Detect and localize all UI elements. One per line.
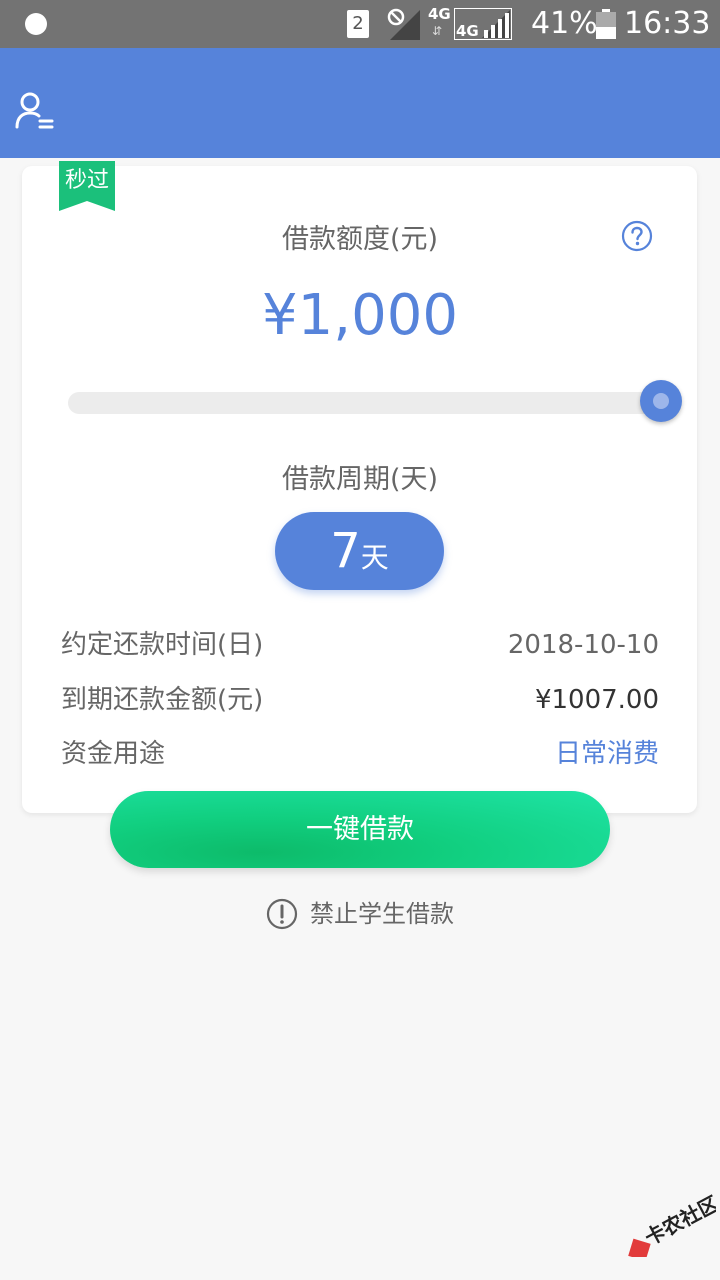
no-signal-icon (387, 8, 420, 40)
watermark-text: 卡农社区 (641, 1191, 716, 1250)
network-type-label: 4G (428, 5, 451, 23)
period-unit: 天 (360, 541, 389, 574)
exclamation-circle-icon (266, 898, 298, 930)
app-bar (0, 48, 720, 158)
amount-value: ¥1,000 (262, 283, 458, 348)
clock: 16:33 (624, 6, 711, 41)
period-value: 7 (330, 523, 361, 579)
watermark-logo: 卡农社区 (628, 1191, 716, 1257)
one-click-loan-button[interactable]: 一键借款 (110, 791, 610, 868)
amount-slider-thumb[interactable] (640, 380, 682, 422)
status-bar: 2 4G ⇵ 4G 41% 16:33 (0, 0, 720, 48)
period-label: 借款周期(天) (281, 464, 439, 495)
repay-amount-value: ¥1007.00 (534, 685, 659, 715)
data-arrows-icon: ⇵ (432, 24, 443, 38)
period-selector-button[interactable]: 7天 (275, 512, 444, 590)
fund-purpose-label: 资金用途 (61, 739, 166, 769)
notification-dot-icon (25, 13, 47, 35)
battery-percent: 41% (531, 6, 598, 41)
battery-icon (596, 9, 616, 39)
signal-bars-icon: 4G (454, 8, 512, 40)
student-loan-notice: 禁止学生借款 (266, 897, 454, 931)
slider-thumb-center (653, 393, 669, 409)
user-menu-icon[interactable] (14, 91, 54, 131)
notice-text: 禁止学生借款 (310, 900, 454, 928)
sim-slot-icon: 2 (347, 10, 369, 38)
amount-label: 借款额度(元) (281, 224, 439, 255)
repay-date-value: 2018-10-10 (507, 630, 659, 660)
question-circle-icon[interactable] (621, 220, 653, 252)
amount-slider-track[interactable] (68, 392, 662, 414)
network-type-label-2: 4G (456, 22, 479, 40)
repay-amount-label: 到期还款金额(元) (61, 685, 264, 715)
fund-purpose-selector[interactable]: 日常消费 (555, 737, 659, 771)
repay-date-label: 约定还款时间(日) (61, 630, 264, 660)
ribbon-label: 秒过 (64, 168, 109, 193)
